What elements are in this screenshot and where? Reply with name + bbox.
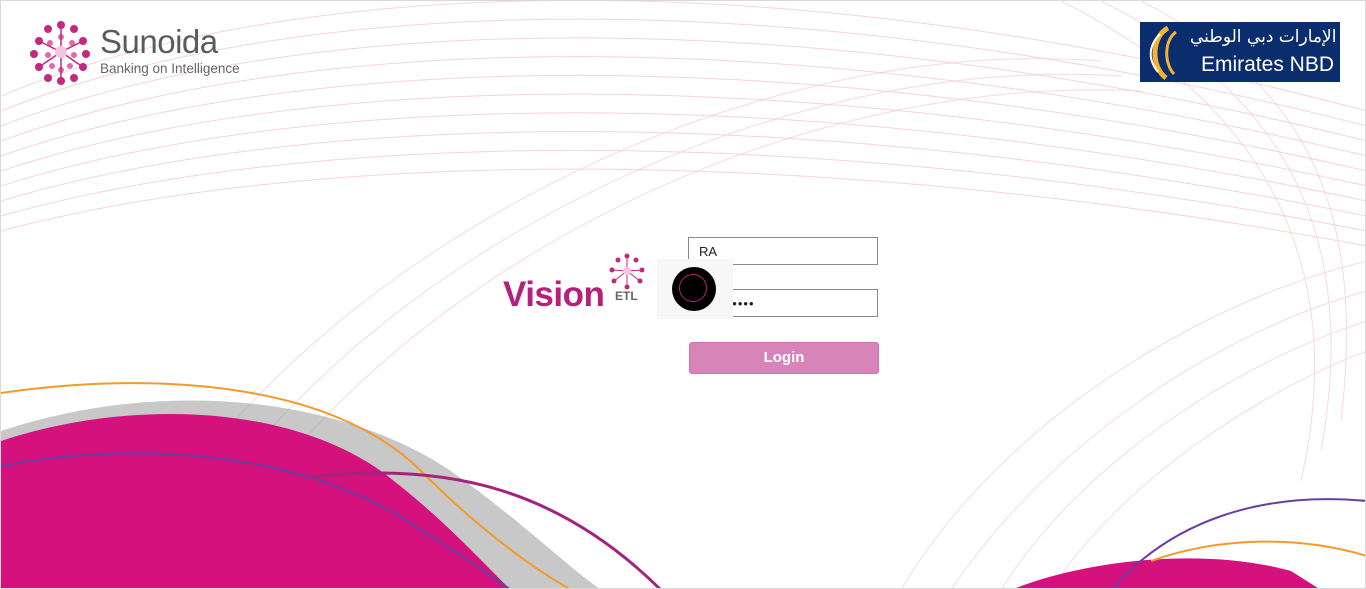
vision-suffix: ETL [615,289,638,303]
sunoida-wordmark: Sunoida [100,23,218,60]
login-button[interactable]: Login [689,342,879,374]
login-page: Sunoida Banking on Intelligence بنك الإم… [0,0,1366,589]
emirates-nbd-arabic-name: بنك الإمارات دبي الوطني [1190,27,1366,47]
sunoida-logo: Sunoida Banking on Intelligence [26,19,256,85]
emirates-nbd-logo: بنك الإمارات دبي الوطني Emirates NBD [1140,22,1366,82]
vision-wordmark: Vision [503,275,605,314]
sunoida-tagline: Banking on Intelligence [100,61,240,76]
sunoida-flower-icon [30,21,90,85]
vision-etl-logo: Vision ETL [503,253,653,317]
vision-flower-icon [609,253,645,290]
spinner-ring [679,274,707,302]
emirates-nbd-emblem-icon [1149,25,1177,80]
loading-spinner-icon [672,267,716,311]
emirates-nbd-latin-name: Emirates NBD [1200,53,1334,76]
loading-overlay [657,259,733,319]
